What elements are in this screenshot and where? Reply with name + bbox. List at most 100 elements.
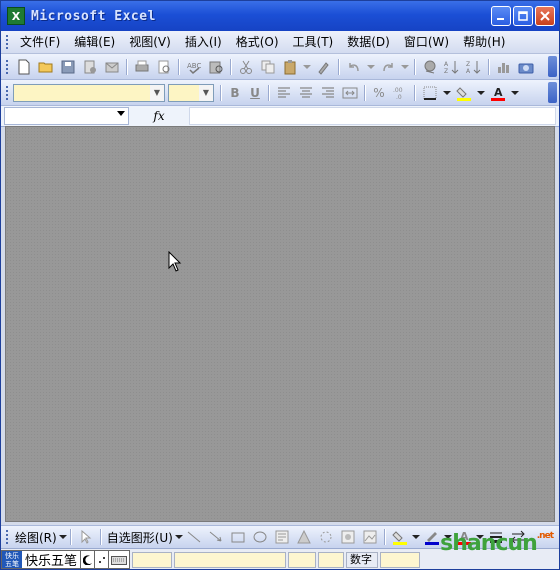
menu-file[interactable]: 文件(F) [13, 32, 67, 52]
chevron-down-icon[interactable] [174, 533, 183, 541]
ime-logo[interactable]: 快乐 五笔 [2, 551, 22, 568]
status-cell [380, 551, 421, 568]
print-preview-button[interactable] [154, 57, 174, 77]
menu-tools[interactable]: 工具(T) [286, 32, 341, 52]
undo-button[interactable] [344, 57, 364, 77]
print-button[interactable] [132, 57, 152, 77]
fill-color-dropdown[interactable] [476, 83, 486, 103]
chevron-down-icon[interactable]: ▼ [150, 84, 164, 101]
hyperlink-button[interactable] [420, 57, 440, 77]
draw-fill-color-button[interactable] [390, 527, 410, 547]
title-bar[interactable]: X Microsoft Excel [1, 1, 559, 31]
standard-toolbar-grip[interactable] [5, 58, 9, 75]
menu-view[interactable]: 视图(V) [122, 32, 178, 52]
formula-input[interactable] [189, 107, 556, 125]
half-width-toggle[interactable] [80, 551, 94, 568]
font-size-combobox[interactable]: ▼ [168, 83, 214, 102]
minimize-icon [497, 18, 504, 20]
draw-fill-color-dropdown[interactable] [411, 527, 420, 547]
redo-button[interactable] [378, 57, 398, 77]
undo-arrow-icon [349, 62, 359, 71]
draw-menu-button[interactable]: 绘图(R) [13, 529, 59, 546]
format-painter-button[interactable] [314, 57, 334, 77]
chevron-down-icon[interactable] [58, 533, 67, 541]
font-color-dropdown[interactable] [510, 83, 520, 103]
menu-data[interactable]: 数据(D) [340, 32, 397, 52]
wordart-button[interactable] [294, 527, 314, 547]
text-box-button[interactable] [272, 527, 292, 547]
maximize-button[interactable] [513, 6, 533, 26]
align-left-button[interactable] [274, 83, 294, 103]
svg-text:Z: Z [444, 68, 448, 75]
svg-text:Z: Z [466, 61, 470, 68]
insert-function-button[interactable]: fx [129, 109, 189, 123]
name-box[interactable] [4, 107, 129, 125]
clip-art-button[interactable] [338, 527, 358, 547]
paste-button[interactable] [280, 57, 300, 77]
font-name-combobox[interactable]: ▼ [13, 83, 165, 102]
fill-color-button[interactable] [454, 83, 474, 103]
excel-window: X Microsoft Excel 文件(F) 编辑(E) 视图(V) 插入(I… [0, 0, 560, 570]
camera-button[interactable] [516, 57, 536, 77]
oval-button[interactable] [250, 527, 270, 547]
excel-app-icon[interactable]: X [7, 7, 25, 25]
workbook-workspace[interactable] [5, 126, 555, 522]
align-right-button[interactable] [318, 83, 338, 103]
font-color-icon: A [491, 86, 505, 101]
align-center-button[interactable] [296, 83, 316, 103]
redo-dropdown[interactable] [400, 57, 410, 77]
open-button[interactable] [36, 57, 56, 77]
toolbar-separator [69, 529, 72, 545]
new-button[interactable] [14, 57, 34, 77]
copy-button[interactable] [258, 57, 278, 77]
chart-wizard-button[interactable] [494, 57, 514, 77]
diagram-button[interactable] [316, 527, 336, 547]
rectangle-button[interactable] [228, 527, 248, 547]
spelling-button[interactable]: ABC [184, 57, 204, 77]
chevron-down-icon[interactable] [117, 111, 125, 116]
menu-help[interactable]: 帮助(H) [456, 32, 512, 52]
insert-picture-button[interactable] [360, 527, 380, 547]
ime-name[interactable]: 快乐五笔 [22, 550, 80, 569]
chevron-down-icon[interactable]: ▼ [199, 84, 213, 101]
merge-center-button[interactable] [340, 83, 360, 103]
chevron-down-icon [411, 535, 420, 539]
underline-button[interactable]: U [245, 84, 265, 102]
toolbar-options-button[interactable] [548, 82, 557, 103]
research-button[interactable] [206, 57, 226, 77]
svg-text:ABC: ABC [187, 62, 201, 70]
sort-ascending-button[interactable]: AZ [442, 57, 462, 77]
menu-format[interactable]: 格式(O) [229, 32, 286, 52]
drawing-toolbar-grip[interactable] [5, 529, 9, 545]
line-button[interactable] [184, 527, 204, 547]
borders-button[interactable] [420, 83, 440, 103]
menu-edit[interactable]: 编辑(E) [67, 32, 122, 52]
font-color-button[interactable]: A [488, 83, 508, 103]
borders-dropdown[interactable] [442, 83, 452, 103]
arrow-button[interactable] [206, 527, 226, 547]
sort-descending-button[interactable]: ZA [464, 57, 484, 77]
select-objects-button[interactable] [76, 527, 96, 547]
save-button[interactable] [58, 57, 78, 77]
minimize-button[interactable] [491, 6, 511, 26]
percent-style-button[interactable]: % [369, 84, 389, 102]
soft-keyboard-toggle[interactable] [108, 551, 129, 568]
paste-options-dropdown[interactable] [302, 57, 312, 77]
decrease-decimal-button[interactable]: .00.0 [390, 83, 410, 103]
formatting-toolbar-grip[interactable] [5, 84, 9, 101]
punctuation-toggle[interactable] [94, 551, 108, 568]
undo-dropdown[interactable] [366, 57, 376, 77]
menu-window[interactable]: 窗口(W) [397, 32, 456, 52]
camera-icon [518, 63, 534, 73]
cut-button[interactable] [236, 57, 256, 77]
ime-toolbar[interactable]: 快乐 五笔 快乐五笔 [1, 550, 131, 569]
permission-button[interactable] [80, 57, 100, 77]
menu-grip-handle[interactable] [5, 34, 9, 50]
close-button[interactable] [535, 6, 555, 26]
autoshapes-menu-button[interactable]: 自选图形(U) [105, 529, 175, 546]
bold-button[interactable]: B [225, 84, 245, 102]
line-color-button[interactable] [422, 527, 442, 547]
toolbar-options-button[interactable] [548, 56, 557, 77]
email-button[interactable] [102, 57, 122, 77]
menu-insert[interactable]: 插入(I) [178, 32, 229, 52]
